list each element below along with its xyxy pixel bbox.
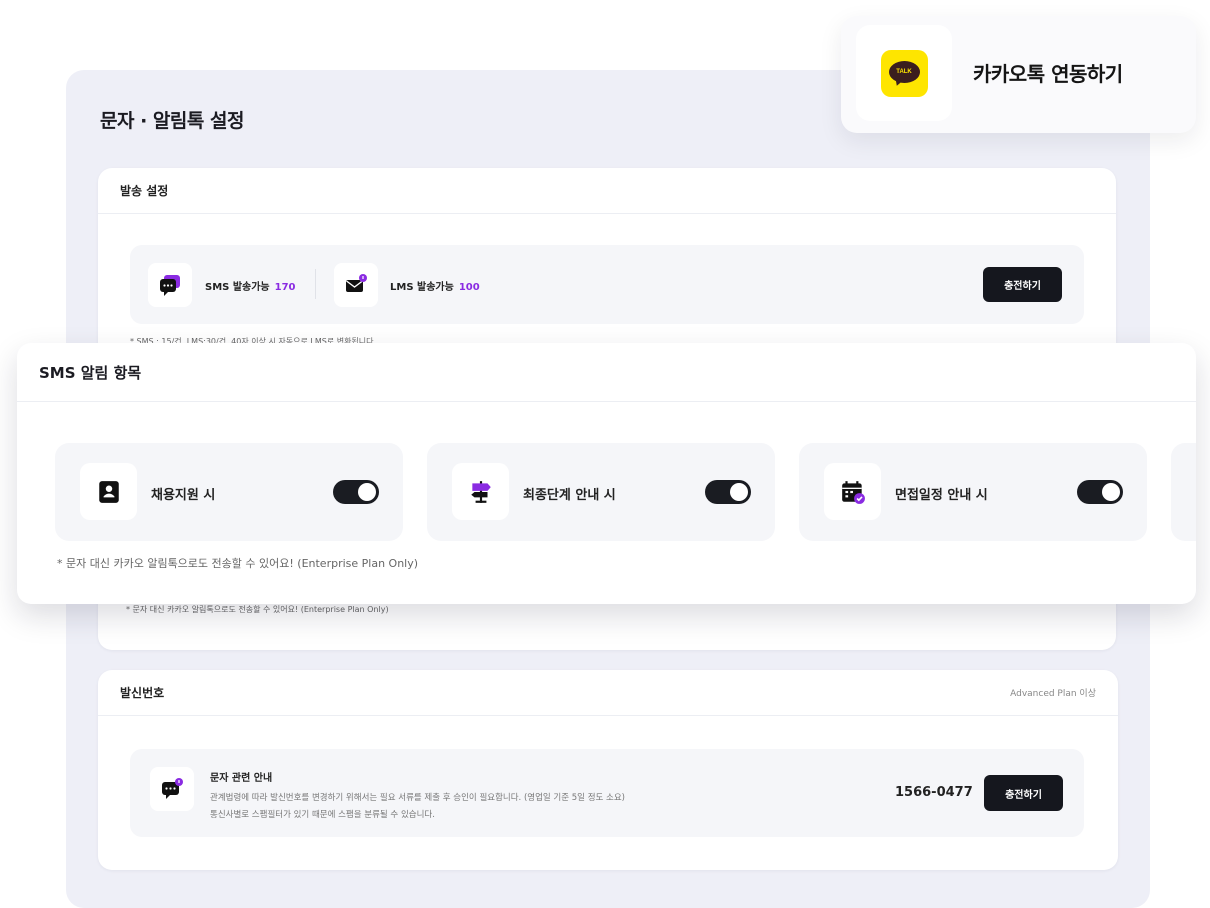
send-settings-header: 발송 설정 (98, 168, 1116, 214)
kakao-bubble: TALK (888, 60, 920, 83)
kakao-connect-card[interactable]: TALK 카카오톡 연동하기 (841, 16, 1196, 133)
sender-number-card: 발신번호 Advanced Plan 이상 문자 관련 안내 관계법령에 따라 … (98, 670, 1118, 870)
sms-alert-label: 면접일정 안내 시 (895, 488, 988, 503)
sms-alert-item-partial (1171, 443, 1196, 541)
icon-box (452, 463, 509, 520)
sender-phone-number: 1566-0477 (895, 785, 973, 800)
info-title: 문자 관련 안내 (210, 773, 273, 784)
info-icon-box (150, 767, 194, 811)
sms-alerts-card: SMS 알림 항목 채용지원 시 최종단계 안내 시 면접일정 안내 시 * 문… (17, 343, 1196, 604)
send-quota-box: SMS 발송가능 170 LMS 발송가능 100 충전하기 (130, 245, 1084, 324)
kakao-connect-label: 카카오톡 연동하기 (973, 62, 1123, 86)
kakao-alt-note: * 문자 대신 카카오 알림톡으로도 전송할 수 있어요! (Enterpris… (126, 605, 389, 614)
lms-quota-label: LMS 발송가능 (390, 282, 454, 293)
sms-alert-toggle[interactable] (1077, 480, 1123, 504)
sms-quota-count: 170 (274, 282, 296, 293)
sms-alert-item-apply: 채용지원 시 (55, 443, 403, 541)
sms-quota: SMS 발송가능 170 (205, 278, 296, 293)
send-settings-title: 발송 설정 (120, 184, 169, 198)
divider (315, 269, 316, 299)
chat-notice-icon (162, 778, 183, 799)
sms-alert-label: 채용지원 시 (151, 488, 216, 503)
signpost-icon (470, 480, 491, 503)
lms-quota-count: 100 (458, 282, 480, 293)
sms-alert-toggle[interactable] (333, 480, 379, 504)
kakao-icon-box: TALK (856, 25, 952, 121)
charge-button[interactable]: 충전하기 (983, 267, 1062, 302)
calendar-check-icon (841, 480, 865, 504)
info-line-2: 통신사별로 스팸필터가 있기 때문에 스팸을 분류될 수 있습니다. (210, 810, 435, 820)
sms-alert-item-interview: 면접일정 안내 시 (799, 443, 1147, 541)
sender-charge-button[interactable]: 충전하기 (984, 775, 1063, 811)
icon-box (824, 463, 881, 520)
sms-chat-icon (160, 275, 180, 296)
lms-icon-box (334, 263, 378, 307)
sms-alert-label: 최종단계 안내 시 (523, 488, 616, 503)
page-title: 문자 · 알림톡 설정 (100, 110, 244, 132)
icon-box (80, 463, 137, 520)
kakao-logo-text: TALK (896, 68, 912, 75)
sms-alert-item-final-stage: 최종단계 안내 시 (427, 443, 775, 541)
plan-badge: Advanced Plan 이상 (1010, 689, 1096, 699)
sms-icon-box (148, 263, 192, 307)
kakao-talk-icon: TALK (880, 49, 928, 97)
sender-number-title: 발신번호 (120, 686, 165, 700)
sms-quota-label: SMS 발송가능 (205, 282, 270, 293)
mail-badge-icon (346, 274, 367, 292)
sms-alerts-note: * 문자 대신 카카오 알림톡으로도 전송할 수 있어요! (Enterpris… (57, 557, 419, 570)
lms-quota: LMS 발송가능 100 (390, 278, 480, 293)
sender-number-header: 발신번호 Advanced Plan 이상 (98, 670, 1118, 716)
sender-info-box: 문자 관련 안내 관계법령에 따라 발신번호를 변경하기 위해서는 필요 서류를… (130, 749, 1084, 837)
info-line-1: 관계법령에 따라 발신번호를 변경하기 위해서는 필요 서류를 제출 후 승인이… (210, 793, 625, 803)
id-card-icon (98, 480, 119, 503)
sms-alerts-title: SMS 알림 항목 (17, 343, 1196, 402)
sms-alert-toggle[interactable] (705, 480, 751, 504)
